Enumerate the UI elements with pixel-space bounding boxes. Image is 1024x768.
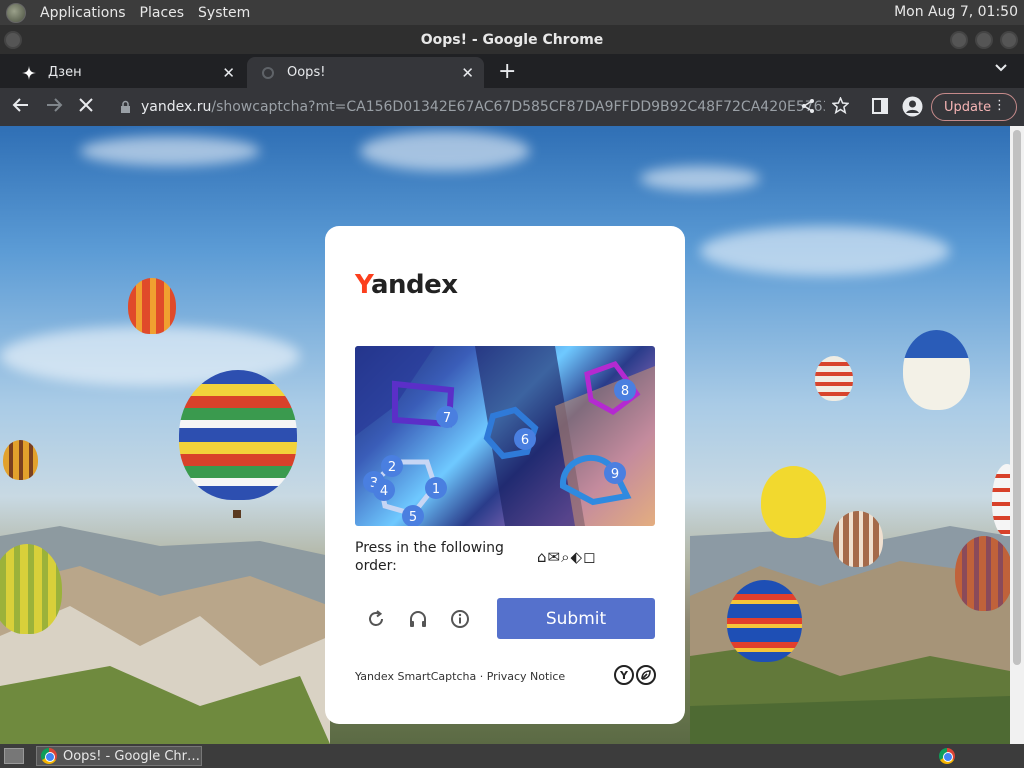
update-label: Update [944,99,992,115]
window-title: Oops! - Google Chrome [420,31,604,48]
forward-arrow-icon[interactable] [45,96,63,119]
headphones-icon[interactable] [405,606,431,632]
hot-air-balloon [179,370,297,500]
tab-close-icon[interactable]: ✕ [461,64,474,82]
yandex-circle-logos: Y [614,665,656,685]
hot-air-balloon [815,356,853,401]
svg-text:2: 2 [388,460,396,475]
svg-text:9: 9 [611,467,619,482]
system-top-bar: Applications Places System Mon Aug 7, 01… [0,0,1024,25]
page-scrollbar[interactable] [1010,126,1024,744]
lock-icon[interactable] [120,100,131,114]
cloud-decoration [360,131,530,171]
tab-zen[interactable]: Дзен ✕ [8,57,245,88]
update-button[interactable]: Update ⋮ [931,93,1017,121]
window-menu-button[interactable] [4,31,22,49]
info-icon[interactable] [447,606,473,632]
scrollbar-thumb[interactable] [1013,130,1021,665]
tab-bar: Дзен ✕ Oops! ✕ + [0,54,1024,88]
address-bar[interactable]: yandex.ru/showcaptcha?mt=CA156D01342E67A… [110,92,825,122]
clock[interactable]: Mon Aug 7, 01:50 [894,4,1018,20]
hot-air-balloon [0,544,62,634]
back-arrow-icon[interactable] [12,96,30,119]
instruction-text: Press in the following order: [355,540,504,574]
captcha-card: Yandex 1 2 3 4 5 6 7 8 9 Press in the fo… [325,226,685,724]
submit-label: Submit [545,608,607,629]
tab-oops[interactable]: Oops! ✕ [247,57,484,88]
hot-air-balloon [128,278,176,334]
taskbar: Oops! - Google Chr… [0,744,1024,768]
svg-text:4: 4 [380,484,388,499]
maximize-button[interactable] [975,31,993,49]
profile-avatar-icon[interactable] [902,96,923,122]
menu-applications[interactable]: Applications [40,5,126,21]
svg-text:8: 8 [621,384,629,399]
refresh-icon[interactable] [363,606,389,632]
share-icon[interactable] [800,98,816,119]
privacy-notice-link[interactable]: Privacy Notice [487,670,565,683]
taskbar-chrome-window[interactable]: Oops! - Google Chr… [36,746,202,766]
url-path: /showcaptcha?mt=CA156D01342E67AC67D585CF… [211,99,825,115]
tab-search-chevron-icon[interactable] [994,60,1008,78]
side-panel-icon[interactable] [872,98,888,119]
zen-star-icon [22,65,36,80]
hot-air-balloon [992,464,1010,536]
order-icon-sequence: ⌂✉⌕⬖◻ [537,548,597,566]
submit-button[interactable]: Submit [497,598,655,639]
captcha-image[interactable]: 1 2 3 4 5 6 7 8 9 [355,346,655,526]
kebab-menu-icon[interactable]: ⋮ [993,98,1006,113]
footer-separator: · [479,670,484,683]
bookmark-star-icon[interactable] [831,96,850,119]
cloud-decoration [700,226,950,276]
svg-text:6: 6 [521,433,529,448]
page-content: Yandex 1 2 3 4 5 6 7 8 9 Press in the fo… [0,126,1010,744]
new-tab-button[interactable]: + [498,59,516,84]
menu-places[interactable]: Places [140,5,185,21]
hot-air-balloon [761,466,826,538]
hot-air-balloon [3,440,38,480]
chrome-icon [41,748,57,764]
close-window-button[interactable] [1000,31,1018,49]
tab-label: Дзен [48,65,82,80]
svg-text:7: 7 [443,411,451,426]
tray-chrome-icon[interactable] [939,748,955,764]
loading-icon [261,66,275,80]
hot-air-balloon [903,330,970,410]
stop-loading-icon[interactable] [77,96,95,119]
distro-logo-icon[interactable] [6,2,26,23]
menu-system[interactable]: System [198,5,250,21]
yandex-y-icon: Y [614,665,634,685]
leaf-icon [636,665,656,685]
click-markers: 1 2 3 4 5 6 7 8 9 [363,379,636,526]
cloud-decoration [80,136,260,166]
url-host: yandex.ru [141,99,212,115]
yandex-logo: Yandex [355,270,458,300]
minimize-button[interactable] [950,31,968,49]
svg-text:5: 5 [409,510,417,525]
taskbar-item-label: Oops! - Google Chr… [63,748,201,764]
svg-text:1: 1 [432,482,440,497]
balloon-basket [233,510,241,518]
cloud-decoration [640,166,760,191]
captcha-footer: Yandex SmartCaptcha · Privacy Notice [355,670,565,683]
window-title-bar: Oops! - Google Chrome [0,25,1024,54]
smartcaptcha-link[interactable]: Yandex SmartCaptcha [355,670,476,683]
hot-air-balloon [955,536,1010,611]
tab-close-icon[interactable]: ✕ [222,64,235,82]
hot-air-balloon [833,511,883,567]
hot-air-balloon [727,580,802,662]
tab-label: Oops! [287,65,326,80]
browser-toolbar: yandex.ru/showcaptcha?mt=CA156D01342E67A… [0,88,1024,126]
show-desktop-icon[interactable] [4,748,24,764]
